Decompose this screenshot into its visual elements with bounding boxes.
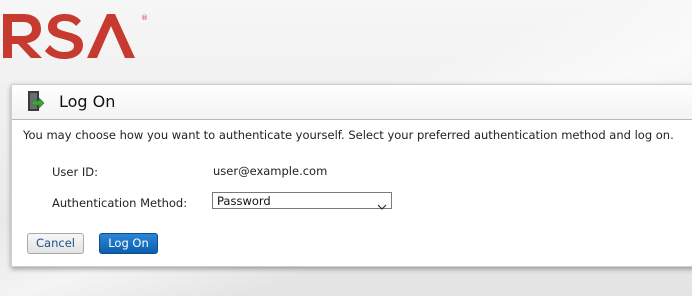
rsa-logo-graphic: ® [3,14,148,59]
log-on-button[interactable]: Log On [99,233,158,254]
cancel-button[interactable]: Cancel [27,233,84,254]
door-arrow-icon [25,90,45,112]
logon-panel: Log On You may choose how you want to au… [11,84,692,267]
svg-text:®: ® [141,14,148,22]
auth-method-select[interactable]: Password [212,192,392,210]
userid-label: User ID: [52,165,98,179]
rsa-logo: ® [1,6,151,60]
panel-header: Log On [12,85,692,120]
auth-method-label: Authentication Method: [52,196,188,210]
auth-method-selected-value: Password [217,194,271,208]
chevron-down-icon [377,196,387,210]
userid-value: user@example.com [213,164,328,178]
panel-title: Log On [59,92,116,111]
instructions-text: You may choose how you want to authentic… [23,128,674,142]
